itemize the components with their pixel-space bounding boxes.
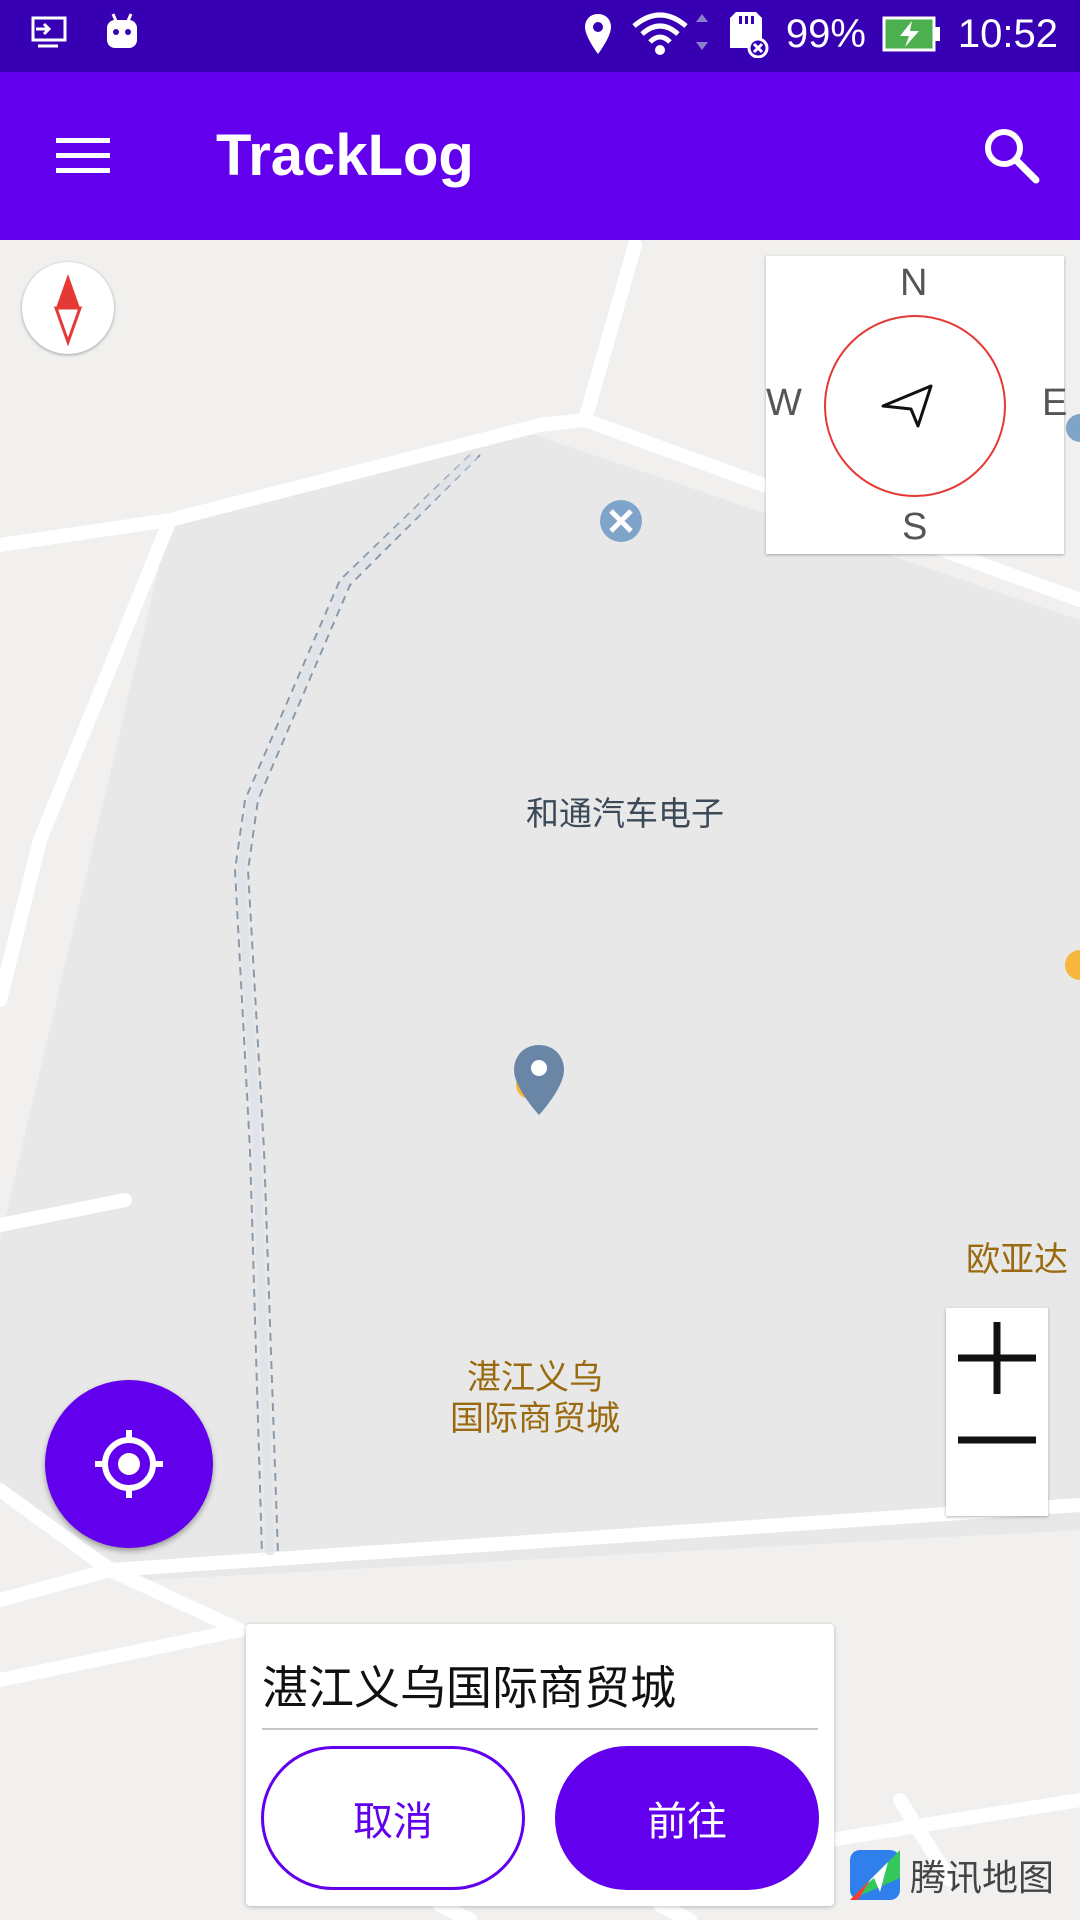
zoom-out-icon[interactable] xyxy=(946,1412,1048,1516)
tencent-map-logo-icon xyxy=(850,1850,900,1900)
north-indicator-button[interactable] xyxy=(22,262,114,354)
crosshair-icon xyxy=(95,1430,163,1498)
tencent-map-logo: 腾讯地图 xyxy=(848,1848,1054,1902)
mall-label[interactable]: 湛江义乌 国际商贸城 xyxy=(420,1358,650,1440)
compass-panel: N W E S xyxy=(766,256,1067,554)
my-location-button[interactable] xyxy=(45,1380,213,1548)
search-icon[interactable] xyxy=(978,122,1044,188)
cancel-button[interactable]: 取消 xyxy=(261,1746,525,1890)
android-debug-icon xyxy=(107,13,137,48)
app-title: TrackLog xyxy=(216,123,474,188)
compass-ring-icon xyxy=(824,315,1006,497)
mall-label-line2: 国际商贸城 xyxy=(450,1398,620,1439)
go-button[interactable]: 前往 xyxy=(555,1746,819,1890)
wifi-icon xyxy=(632,12,708,55)
mall-label-line1: 湛江义乌 xyxy=(467,1358,603,1398)
screen-cast-icon xyxy=(31,16,67,48)
location-icon xyxy=(584,14,611,54)
menu-icon[interactable] xyxy=(50,130,116,182)
card-divider xyxy=(262,1728,818,1730)
sd-card-icon xyxy=(729,12,769,58)
place-card: 湛江义乌国际商贸城 取消 前往 xyxy=(246,1624,834,1906)
tencent-map-logo-text: 腾讯地图 xyxy=(910,1858,1055,1899)
battery-charging-icon xyxy=(882,16,940,52)
compass-needle-icon xyxy=(53,274,83,347)
zoom-in-icon[interactable] xyxy=(946,1308,1048,1412)
battery-percent: 99% xyxy=(785,11,866,56)
poi-label-hetong[interactable]: 和通汽车电子 xyxy=(510,794,740,834)
status-left-icons xyxy=(30,12,140,52)
status-right-icons: 99% 10:52 xyxy=(582,10,1058,58)
status-bar: 99% 10:52 xyxy=(0,0,1080,72)
place-name: 湛江义乌国际商贸城 xyxy=(262,1661,676,1715)
app-toolbar: TrackLog xyxy=(0,72,1080,240)
poi-label-ouyada[interactable]: 欧亚达 xyxy=(966,1240,1080,1281)
status-time: 10:52 xyxy=(957,11,1058,56)
zoom-controls xyxy=(946,1308,1048,1516)
